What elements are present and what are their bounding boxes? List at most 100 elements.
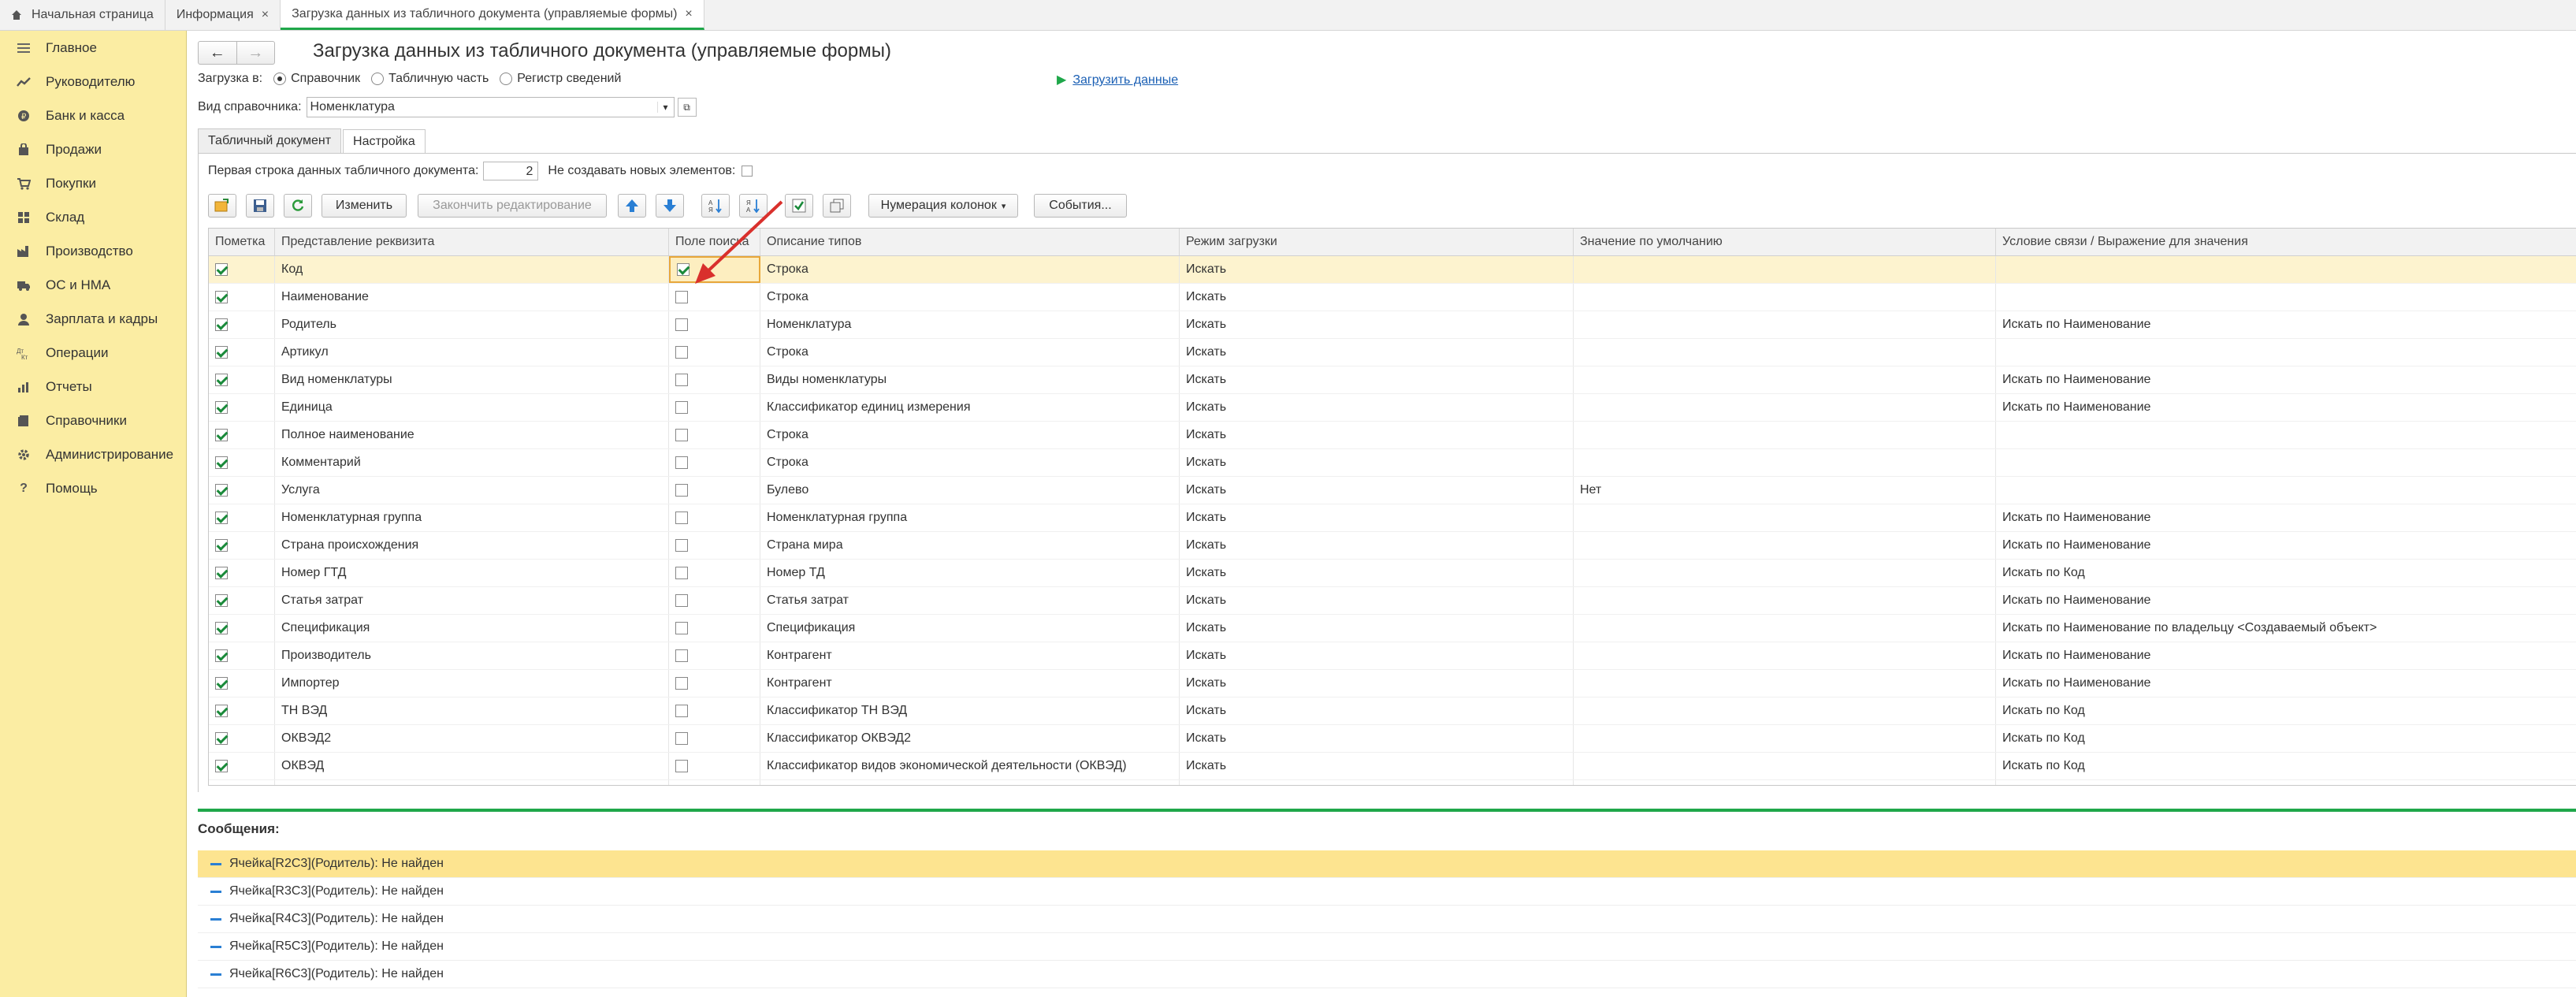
attribute-name-cell[interactable]: Родитель: [275, 311, 669, 338]
load-mode-cell[interactable]: Искать: [1180, 449, 1574, 476]
save-icon[interactable]: [246, 194, 274, 218]
condition-cell[interactable]: Искать по Код: [1996, 560, 2576, 586]
mark-cell[interactable]: [209, 449, 275, 476]
mark-cell[interactable]: [209, 587, 275, 614]
attribute-name-cell[interactable]: Артикул: [275, 339, 669, 366]
attribute-name-cell[interactable]: ТН ВЭД: [275, 698, 669, 724]
search-field-cell[interactable]: [669, 587, 760, 614]
mark-checkbox[interactable]: [215, 318, 228, 331]
table-row[interactable]: Страна происхождения Страна мира Искать Иск…: [209, 532, 2576, 560]
default-value-cell[interactable]: [1574, 284, 1996, 311]
search-field-checkbox[interactable]: [675, 484, 688, 497]
search-field-cell[interactable]: [669, 532, 760, 559]
table-row[interactable]: Импортер Контрагент Искать Искать по Наимен…: [209, 670, 2576, 698]
default-value-cell[interactable]: [1574, 311, 1996, 338]
sidebar-item[interactable]: Покупки: [0, 166, 186, 200]
mark-cell[interactable]: [209, 642, 275, 669]
default-value-cell[interactable]: [1574, 642, 1996, 669]
default-value-cell[interactable]: [1574, 698, 1996, 724]
type-description-cell[interactable]: Страна мира: [760, 532, 1180, 559]
attribute-name-cell[interactable]: Импортер: [275, 670, 669, 697]
sidebar-item[interactable]: Справочники: [0, 404, 186, 437]
default-value-cell[interactable]: [1574, 670, 1996, 697]
condition-cell[interactable]: [1996, 449, 2576, 476]
load-mode-cell[interactable]: Искать: [1180, 394, 1574, 421]
condition-cell[interactable]: [1996, 256, 2576, 283]
mark-cell[interactable]: [209, 422, 275, 448]
attribute-name-cell[interactable]: Код: [275, 256, 669, 283]
condition-cell[interactable]: Искать по Наименование: [1996, 642, 2576, 669]
events-button[interactable]: События...: [1034, 194, 1127, 218]
table-row[interactable]: Услуга Булево Искать Нет: [209, 477, 2576, 504]
type-description-cell[interactable]: Классификатор единиц измерения: [760, 394, 1180, 421]
mark-cell[interactable]: [209, 753, 275, 779]
table-row[interactable]: Наименование Строка Искать: [209, 284, 2576, 311]
load-mode-cell[interactable]: Искать: [1180, 339, 1574, 366]
mark-checkbox[interactable]: [215, 760, 228, 772]
condition-cell[interactable]: [1996, 284, 2576, 311]
table-row[interactable]: Вид номенклатуры Виды номенклатуры Искать И…: [209, 366, 2576, 394]
type-description-cell[interactable]: Номенклатура: [760, 311, 1180, 338]
mark-checkbox[interactable]: [215, 567, 228, 579]
search-field-cell[interactable]: [669, 670, 760, 697]
mark-checkbox[interactable]: [215, 263, 228, 276]
sidebar-item[interactable]: Отчеты: [0, 370, 186, 404]
move-up-icon[interactable]: [618, 194, 646, 218]
table-row[interactable]: Родитель Номенклатура Искать Искать по Наим…: [209, 311, 2576, 339]
mark-cell[interactable]: [209, 504, 275, 531]
search-field-cell[interactable]: [669, 366, 760, 393]
copy-icon[interactable]: [823, 194, 851, 218]
default-value-cell[interactable]: [1574, 256, 1996, 283]
back-button[interactable]: ←: [199, 42, 237, 64]
message-item[interactable]: Ячейка[R4C3](Родитель): Не найден: [198, 906, 2576, 933]
condition-cell[interactable]: [1996, 422, 2576, 448]
mark-checkbox[interactable]: [215, 374, 228, 386]
type-description-cell[interactable]: Строка: [760, 339, 1180, 366]
sidebar-item[interactable]: Продажи: [0, 132, 186, 166]
default-value-cell[interactable]: [1574, 615, 1996, 642]
attribute-name-cell[interactable]: Производитель: [275, 642, 669, 669]
default-value-cell[interactable]: [1574, 532, 1996, 559]
change-button[interactable]: Изменить: [322, 194, 407, 218]
search-field-cell[interactable]: [669, 449, 760, 476]
column-header[interactable]: Описание типов: [760, 229, 1180, 255]
search-field-checkbox[interactable]: [675, 622, 688, 634]
type-description-cell[interactable]: Контрагент: [760, 670, 1180, 697]
mark-cell[interactable]: [209, 339, 275, 366]
type-description-cell[interactable]: Спецификация: [760, 615, 1180, 642]
search-field-cell[interactable]: [669, 339, 760, 366]
condition-cell[interactable]: [1996, 477, 2576, 504]
catalog-kind-select[interactable]: Номенклатура ▾: [306, 97, 675, 117]
mark-cell[interactable]: [209, 311, 275, 338]
condition-cell[interactable]: Искать по Наименование: [1996, 394, 2576, 421]
attribute-name-cell[interactable]: Комментарий: [275, 449, 669, 476]
attribute-name-cell[interactable]: Спецификация: [275, 615, 669, 642]
search-field-checkbox[interactable]: [675, 760, 688, 772]
default-value-cell[interactable]: [1574, 587, 1996, 614]
load-mode-cell[interactable]: Искать: [1180, 311, 1574, 338]
table-row[interactable]: Номер ГТД Номер ТД Искать Искать по Код: [209, 560, 2576, 587]
condition-cell[interactable]: Искать по Код: [1996, 780, 2576, 785]
tab-info[interactable]: Информация ×: [165, 0, 281, 30]
table-row[interactable]: ТН ВЭД Классификатор ТН ВЭД Искать Искать п…: [209, 698, 2576, 725]
search-field-cell[interactable]: [669, 560, 760, 586]
search-field-checkbox[interactable]: [675, 401, 688, 414]
search-field-checkbox[interactable]: [675, 512, 688, 524]
attribute-name-cell[interactable]: Страна происхождения: [275, 532, 669, 559]
attribute-name-cell[interactable]: Статья затрат: [275, 587, 669, 614]
sidebar-item[interactable]: Дт Кт Операции: [0, 336, 186, 370]
search-field-cell[interactable]: [669, 311, 760, 338]
search-field-checkbox[interactable]: [675, 291, 688, 303]
mark-checkbox[interactable]: [215, 732, 228, 745]
default-value-cell[interactable]: [1574, 422, 1996, 448]
default-value-cell[interactable]: [1574, 753, 1996, 779]
load-mode-cell[interactable]: Искать: [1180, 256, 1574, 283]
sidebar-item[interactable]: Руководителю: [0, 65, 186, 99]
search-field-cell[interactable]: [669, 753, 760, 779]
sidebar-item[interactable]: ? Помощь: [0, 471, 186, 505]
sidebar-item[interactable]: Производство: [0, 234, 186, 268]
load-mode-cell[interactable]: Искать: [1180, 753, 1574, 779]
table-row[interactable]: Спецификация Спецификация Искать Искать по …: [209, 615, 2576, 642]
default-value-cell[interactable]: [1574, 366, 1996, 393]
column-header[interactable]: Режим загрузки: [1180, 229, 1574, 255]
